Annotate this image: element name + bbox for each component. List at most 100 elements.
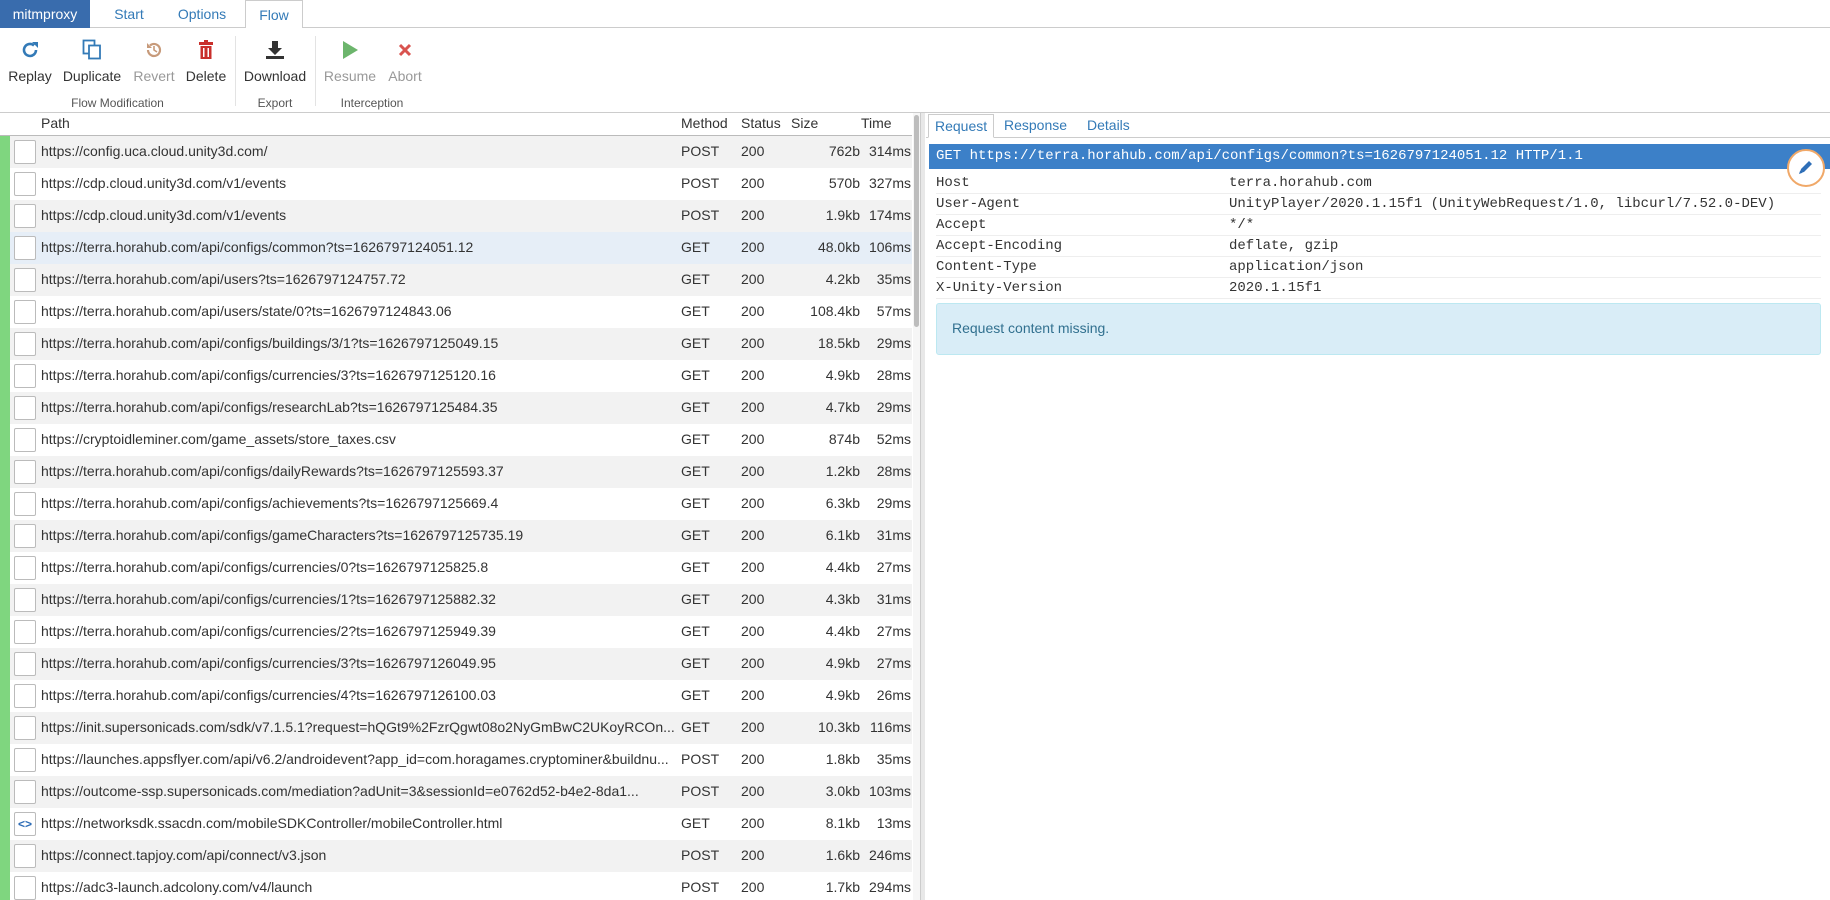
flow-status: 200 (741, 751, 765, 767)
flow-time: 28ms (876, 463, 911, 479)
table-row[interactable]: https://cryptoidleminer.com/game_assets/… (0, 424, 912, 456)
tab-start[interactable]: Start (100, 0, 158, 28)
replay-button[interactable]: Replay (8, 38, 52, 84)
flow-time: 28ms (876, 367, 911, 383)
table-row[interactable]: https://terra.horahub.com/api/configs/cu… (0, 616, 912, 648)
flow-rows: https://config.uca.cloud.unity3d.com/POS… (0, 136, 912, 900)
table-row[interactable]: https://outcome-ssp.supersonicads.com/me… (0, 776, 912, 808)
column-header-status[interactable]: Status (741, 115, 781, 131)
table-row[interactable]: https://terra.horahub.com/api/configs/bu… (0, 328, 912, 360)
tab-mitmproxy[interactable]: mitmproxy (0, 0, 90, 28)
flow-method: GET (681, 591, 710, 607)
table-row[interactable]: https://terra.horahub.com/api/configs/co… (0, 232, 912, 264)
flow-size: 1.7kb (825, 879, 860, 895)
flow-method: GET (681, 623, 710, 639)
delete-button[interactable]: Delete (184, 38, 228, 84)
status-indicator (0, 808, 10, 840)
table-row[interactable]: https://terra.horahub.com/api/configs/cu… (0, 648, 912, 680)
flow-path: https://networksdk.ssacdn.com/mobileSDKC… (41, 815, 503, 831)
table-row[interactable]: https://launches.appsflyer.com/api/v6.2/… (0, 744, 912, 776)
table-row[interactable]: https://terra.horahub.com/api/users?ts=1… (0, 264, 912, 296)
flow-size: 6.1kb (825, 527, 860, 543)
revert-label: Revert (133, 68, 175, 84)
flow-time: 106ms (868, 239, 911, 255)
status-indicator (0, 264, 10, 296)
file-icon (14, 780, 36, 804)
table-row[interactable]: https://connect.tapjoy.com/api/connect/v… (0, 840, 912, 872)
tab-request[interactable]: Request (928, 114, 995, 138)
file-icon (14, 716, 36, 740)
flow-size: 1.6kb (825, 847, 860, 863)
table-row[interactable]: https://config.uca.cloud.unity3d.com/POS… (0, 136, 912, 168)
resume-button[interactable]: Resume (322, 38, 378, 84)
flow-path: https://terra.horahub.com/api/users/stat… (41, 303, 452, 319)
flow-path: https://connect.tapjoy.com/api/connect/v… (41, 847, 327, 863)
pane-splitter[interactable] (920, 113, 925, 900)
table-row[interactable]: https://adc3-launch.adcolony.com/v4/laun… (0, 872, 912, 900)
table-row[interactable]: https://terra.horahub.com/api/configs/cu… (0, 680, 912, 712)
tab-options[interactable]: Options (167, 0, 237, 28)
header-row: Accept */* (936, 215, 1821, 236)
flow-path: https://terra.horahub.com/api/configs/ac… (41, 495, 499, 511)
file-icon (14, 428, 36, 452)
flow-path: https://outcome-ssp.supersonicads.com/me… (41, 783, 639, 799)
column-header-path[interactable]: Path (41, 115, 70, 131)
flow-method: GET (681, 431, 710, 447)
flow-method: GET (681, 655, 710, 671)
revert-icon (132, 38, 176, 62)
resume-label: Resume (323, 68, 377, 84)
flow-size: 4.9kb (825, 655, 860, 671)
flow-status: 200 (741, 847, 765, 863)
abort-button[interactable]: Abort (384, 38, 426, 84)
flow-time: 327ms (868, 175, 911, 191)
flow-status: 200 (741, 463, 765, 479)
flow-status: 200 (741, 303, 765, 319)
flow-method: GET (681, 495, 710, 511)
scrollbar-thumb[interactable] (914, 115, 919, 327)
duplicate-button[interactable]: Duplicate (62, 38, 122, 84)
request-line: GET https://terra.horahub.com/api/config… (929, 144, 1830, 169)
flow-time: 29ms (876, 399, 911, 415)
table-row[interactable]: https://cdp.cloud.unity3d.com/v1/events P… (0, 200, 912, 232)
flow-path: https://terra.horahub.com/api/configs/cu… (41, 623, 496, 639)
column-header-method[interactable]: Method (681, 115, 728, 131)
table-row[interactable]: https://terra.horahub.com/api/configs/cu… (0, 584, 912, 616)
file-icon (14, 748, 36, 772)
table-row[interactable]: https://terra.horahub.com/api/configs/ga… (0, 520, 912, 552)
download-button[interactable]: Download (242, 38, 308, 84)
header-key: User-Agent (936, 196, 1021, 212)
flow-size: 1.8kb (825, 751, 860, 767)
flow-time: 103ms (868, 783, 911, 799)
table-row[interactable]: https://terra.horahub.com/api/configs/re… (0, 392, 912, 424)
header-key: Host (936, 175, 970, 191)
flow-method: POST (681, 847, 720, 863)
table-row[interactable]: https://terra.horahub.com/api/configs/cu… (0, 360, 912, 392)
group-label-flow-modification: Flow Modification (71, 96, 164, 110)
replay-icon (8, 38, 52, 62)
tab-flow[interactable]: Flow (245, 0, 303, 29)
flow-time: 13ms (876, 815, 911, 831)
table-row[interactable]: https://init.supersonicads.com/sdk/v7.1.… (0, 712, 912, 744)
table-row[interactable]: https://terra.horahub.com/api/configs/da… (0, 456, 912, 488)
flow-status: 200 (741, 271, 765, 287)
flow-scrollbar[interactable] (913, 113, 920, 900)
flow-size: 874b (828, 431, 860, 447)
table-row[interactable]: https://terra.horahub.com/api/users/stat… (0, 296, 912, 328)
flow-path: https://terra.horahub.com/api/configs/cu… (41, 367, 496, 383)
header-key: Accept (936, 217, 987, 233)
table-row[interactable]: https://cdp.cloud.unity3d.com/v1/events P… (0, 168, 912, 200)
flow-status: 200 (741, 207, 765, 223)
tab-response[interactable]: Response (998, 114, 1073, 138)
flow-status: 200 (741, 367, 765, 383)
column-header-time[interactable]: Time (861, 115, 892, 131)
revert-button[interactable]: Revert (132, 38, 176, 84)
file-icon (14, 396, 36, 420)
table-row[interactable]: https://terra.horahub.com/api/configs/cu… (0, 552, 912, 584)
group-label-export: Export (257, 96, 293, 110)
tab-details[interactable]: Details (1081, 114, 1136, 138)
table-row[interactable]: <> https://networksdk.ssacdn.com/mobileSD… (0, 808, 912, 840)
column-header-size[interactable]: Size (791, 115, 818, 131)
flow-path: https://terra.horahub.com/api/configs/cu… (41, 591, 496, 607)
table-row[interactable]: https://terra.horahub.com/api/configs/ac… (0, 488, 912, 520)
download-icon (242, 38, 308, 62)
